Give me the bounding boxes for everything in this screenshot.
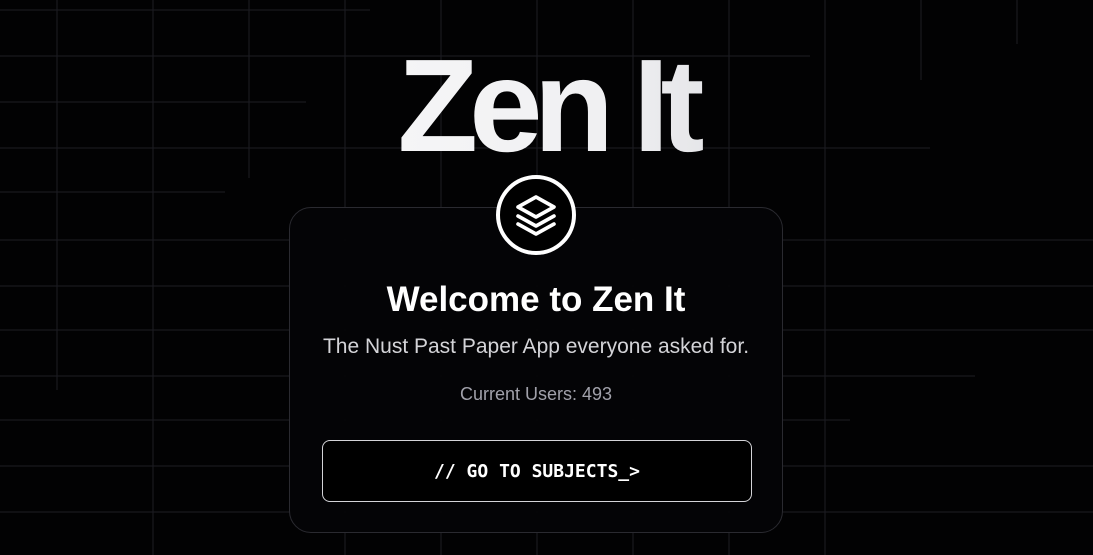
landing-page: Zen It Welcome to Zen It The Nust Past P… bbox=[0, 0, 1093, 555]
layers-icon bbox=[516, 195, 556, 236]
layers-icon-badge bbox=[496, 175, 576, 255]
app-logo: Zen It bbox=[0, 40, 1093, 172]
current-users-count: Current Users: 493 bbox=[459, 384, 613, 404]
welcome-title: Welcome to Zen It bbox=[386, 280, 686, 319]
welcome-subtitle: The Nust Past Paper App everyone asked f… bbox=[322, 335, 750, 358]
go-to-subjects-button[interactable]: // GO TO SUBJECTS_> bbox=[322, 440, 752, 502]
